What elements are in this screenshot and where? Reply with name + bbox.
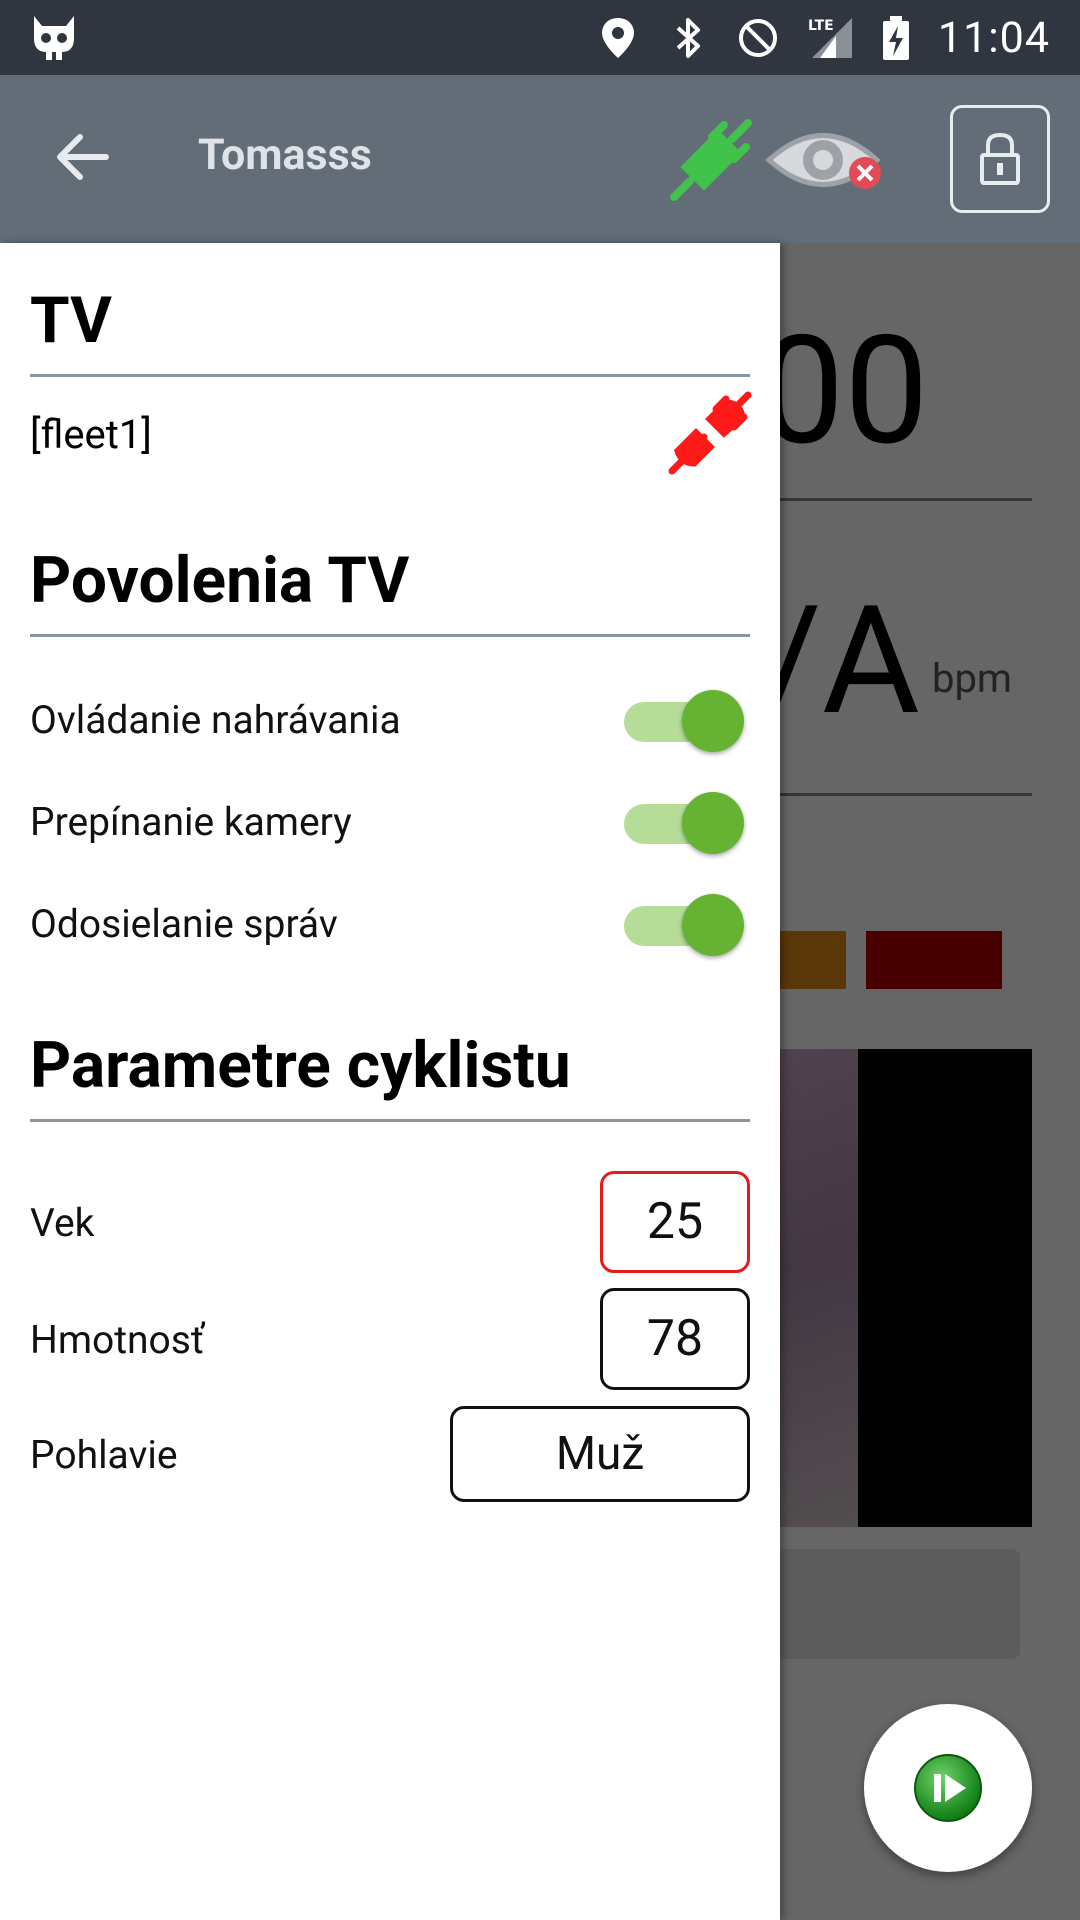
svg-text:LTE: LTE [808,18,834,34]
weight-label: Hmotnosť [30,1317,205,1363]
camera-switching-switch[interactable] [622,788,746,854]
gender-selector[interactable]: Muž [450,1406,750,1502]
lock-icon [980,132,1020,185]
play-next-icon [914,1754,982,1822]
eye-disabled-icon[interactable] [765,121,891,199]
tv-section-title: TV [30,283,112,358]
permission-label-messages: Odosielanie správ [30,901,338,947]
lte-signal-icon: LTE [808,17,852,58]
app-title: Tomasss [198,130,372,180]
bluetooth-icon [676,17,700,58]
lock-button[interactable] [950,105,1050,213]
fleet-label: [fleet1] [30,411,152,458]
recording-control-switch[interactable] [622,686,746,752]
cyclist-section-title: Parametre cyklistu [30,1028,571,1103]
switch-thumb [682,792,744,854]
battery-charging-icon [882,15,909,60]
do-not-disturb-icon [738,18,777,57]
permission-label-recording: Ovládanie nahrávania [30,697,401,743]
switch-thumb [682,690,744,752]
permission-label-camera: Prepínanie kamery [30,799,352,845]
play-fab[interactable] [864,1704,1032,1872]
cyanogen-bot-icon [34,16,74,60]
app-bar: Tomasss [0,75,1080,243]
divider [30,1119,750,1122]
divider [30,634,750,637]
back-arrow-icon[interactable] [52,127,112,187]
plug-connected-icon[interactable] [668,117,754,203]
weight-field[interactable]: 78 [600,1288,750,1390]
status-bar: LTE 11:04 [0,0,1080,75]
clock: 11:04 [937,12,1050,63]
location-icon [601,17,634,58]
send-messages-switch[interactable] [622,890,746,956]
divider [30,374,750,377]
gender-label: Pohlavie [30,1432,178,1478]
switch-thumb [682,894,744,956]
navigation-drawer: TV [fleet1] Povolenia TV Ovládanie nahrá… [0,243,780,1920]
age-label: Vek [30,1200,95,1246]
plug-disconnected-icon[interactable] [668,391,752,475]
permissions-section-title: Povolenia TV [30,543,410,618]
age-field[interactable]: 25 [600,1171,750,1273]
